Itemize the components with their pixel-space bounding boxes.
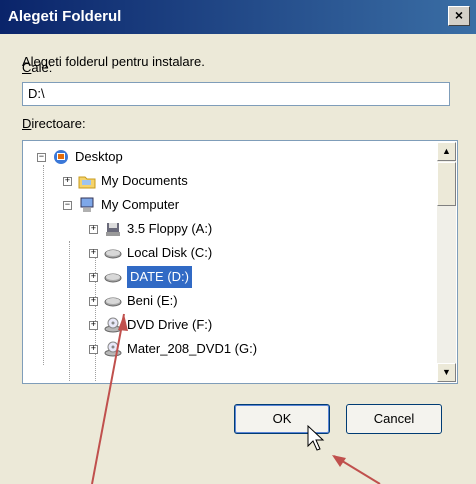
annotation-arrow xyxy=(91,313,125,484)
arrowhead-icon xyxy=(332,455,346,467)
cursor-icon xyxy=(307,424,325,451)
annotation-overlay xyxy=(91,313,381,484)
